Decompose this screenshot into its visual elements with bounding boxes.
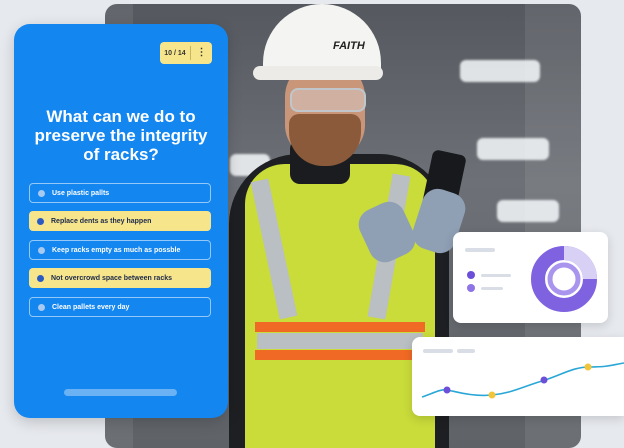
data-point: [488, 391, 496, 399]
answer-option-label: Keep racks empty as much as possble: [52, 246, 181, 254]
radio-dot-icon: [37, 217, 44, 225]
question-text: What can we do to preserve the integrity…: [34, 107, 208, 164]
vest-stripe: [255, 322, 425, 332]
answer-option-label: Use plastic pallts: [52, 189, 110, 197]
answer-option[interactable]: Clean pallets every day: [29, 297, 211, 317]
hard-hat-brim: [253, 66, 383, 80]
answer-option-label: Clean pallets every day: [52, 303, 130, 311]
radio-dot-icon: [38, 303, 45, 311]
radio-dot-icon: [38, 189, 45, 197]
answer-option[interactable]: Replace dents as they happen: [29, 211, 211, 231]
progress-bar: [64, 389, 177, 396]
safety-glasses: [290, 88, 366, 112]
legend-label-placeholder: [481, 286, 503, 290]
card-title-placeholder: [465, 248, 495, 252]
vest-reflector: [257, 333, 423, 349]
radio-dot-icon: [37, 274, 44, 282]
radio-dot-icon: [38, 246, 45, 254]
question-counter: 10 / 14 ⋮: [160, 42, 212, 64]
question-counter-label: 10 / 14: [164, 49, 186, 57]
helmet-logo: FAITH: [333, 40, 365, 52]
legend-item: [467, 271, 511, 279]
legend-item: [467, 284, 503, 292]
answer-option[interactable]: Keep racks empty as much as possble: [29, 240, 211, 260]
legend-label-placeholder: [481, 273, 511, 277]
donut-center: [558, 273, 570, 285]
legend-dot-icon: [467, 271, 475, 279]
data-point: [584, 363, 592, 371]
answer-option-label: Replace dents as they happen: [51, 217, 152, 225]
kebab-menu-icon[interactable]: ⋮: [191, 48, 212, 58]
answer-option[interactable]: Use plastic pallts: [29, 183, 211, 203]
donut-chart-card: [453, 232, 608, 323]
data-point: [540, 376, 548, 384]
line-chart: [421, 362, 624, 399]
answer-option-label: Not overcrowd space between racks: [51, 274, 172, 282]
vest-stripe: [255, 350, 425, 360]
data-point: [443, 386, 451, 394]
legend-dot-icon: [467, 284, 475, 292]
donut-chart: [531, 246, 597, 312]
trend-line: [421, 362, 624, 398]
answer-option[interactable]: Not overcrowd space between racks: [29, 268, 211, 288]
line-chart-card: [412, 337, 624, 416]
